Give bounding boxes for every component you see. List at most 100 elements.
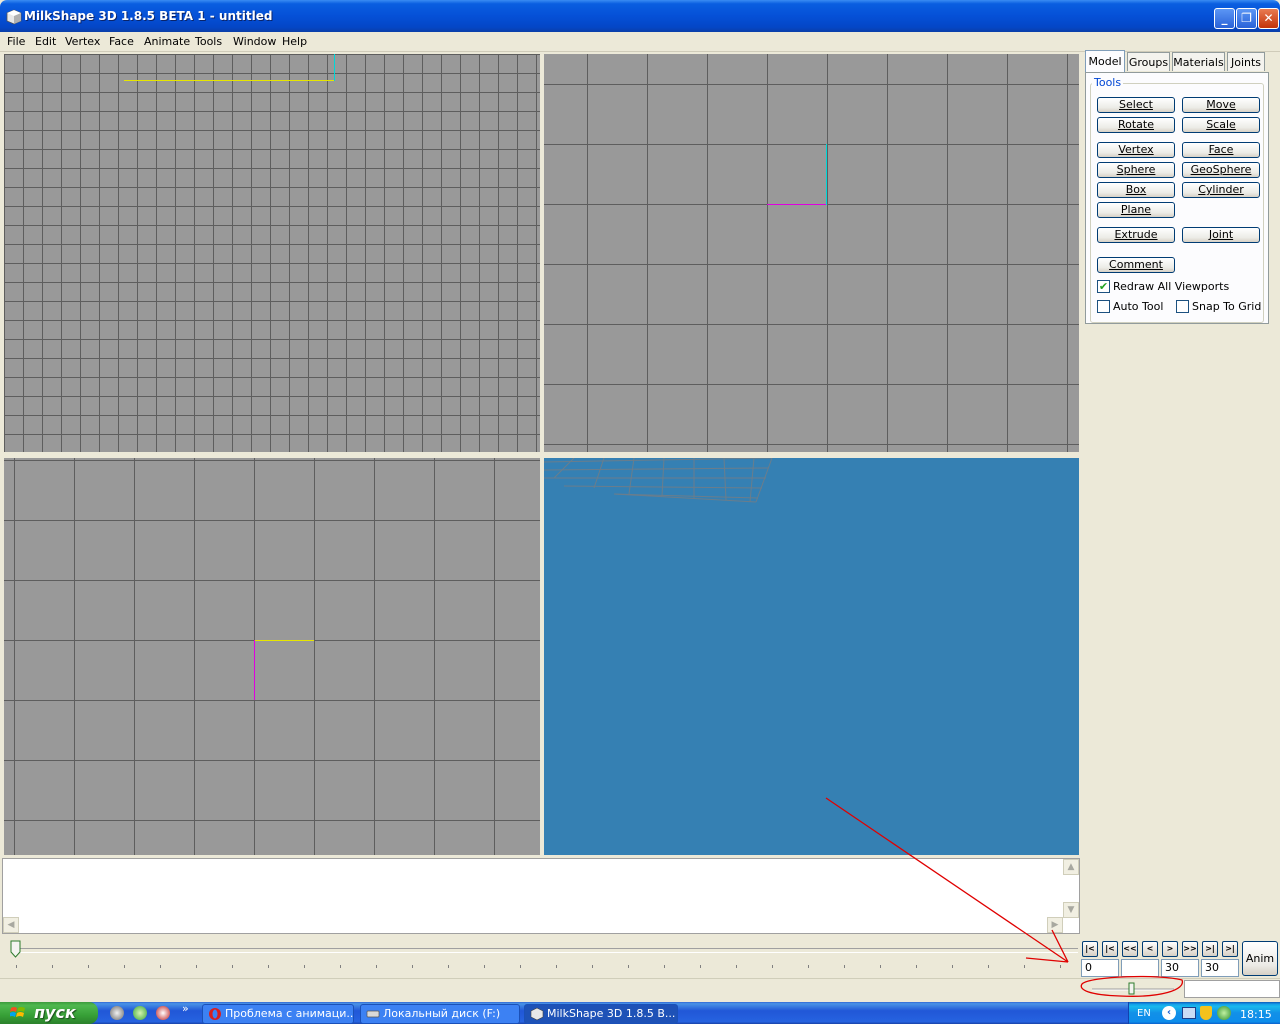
language-indicator[interactable]: EN	[1137, 1008, 1151, 1019]
next-key-button[interactable]: >|	[1202, 941, 1218, 957]
menu-help[interactable]: Help	[282, 35, 307, 48]
prev-key-button[interactable]: |<	[1102, 941, 1118, 957]
network-icon[interactable]	[1182, 1007, 1196, 1019]
redraw-all-viewports-checkbox[interactable]: ✔	[1097, 280, 1110, 293]
timeline-tick	[952, 965, 953, 968]
box-button[interactable]: Box	[1097, 182, 1175, 198]
task-milkshape-window[interactable]: MilkShape 3D 1.8.5 B...	[524, 1004, 678, 1024]
scroll-down-arrow[interactable]: ▼	[1063, 902, 1079, 918]
timeline-tick	[664, 965, 665, 968]
status-field	[1184, 980, 1280, 998]
task-explorer-window[interactable]: Локальный диск (F:)	[360, 1004, 520, 1024]
task-label: Локальный диск (F:)	[383, 1007, 501, 1020]
windows-flag-icon	[10, 1007, 25, 1017]
viewport-bottom-left[interactable]	[4, 458, 540, 855]
vertex-button[interactable]: Vertex	[1097, 142, 1175, 158]
rotate-button[interactable]: Rotate	[1097, 117, 1175, 133]
quicklaunch-browser-icon[interactable]	[110, 1006, 124, 1020]
timeline-tick	[808, 965, 809, 968]
menu-face[interactable]: Face	[109, 35, 134, 48]
timeline-tick	[916, 965, 917, 968]
menu-vertex[interactable]: Vertex	[65, 35, 100, 48]
timeline-tick	[628, 965, 629, 968]
minimize-button[interactable]: _	[1214, 8, 1235, 29]
sphere-button[interactable]: Sphere	[1097, 162, 1175, 178]
select-button[interactable]: Select	[1097, 97, 1175, 113]
timeline-tick	[520, 965, 521, 968]
timeline-tick	[124, 965, 125, 968]
z-axis-line	[334, 54, 335, 81]
anim-button[interactable]: Anim	[1242, 941, 1278, 976]
timeline-area	[0, 936, 1078, 976]
next-frame-button[interactable]: >	[1162, 941, 1178, 957]
timeline-slider-track[interactable]	[14, 948, 1078, 953]
frame-field-blank[interactable]	[1121, 959, 1159, 977]
timeline-tick	[232, 965, 233, 968]
scale-button[interactable]: Scale	[1182, 117, 1260, 133]
timeline-tick	[160, 965, 161, 968]
tools-legend: Tools	[1092, 76, 1124, 89]
timeline-slider-thumb[interactable]	[10, 940, 21, 958]
close-button[interactable]: ✕	[1258, 8, 1279, 29]
tab-materials[interactable]: Materials	[1172, 52, 1225, 71]
shield-icon[interactable]	[1200, 1006, 1212, 1020]
move-button[interactable]: Move	[1182, 97, 1260, 113]
timeline-tick	[448, 965, 449, 968]
cylinder-button[interactable]: Cylinder	[1182, 182, 1260, 198]
prev-frame-button[interactable]: <	[1142, 941, 1158, 957]
scroll-up-arrow[interactable]: ▲	[1063, 859, 1079, 875]
y-axis-line	[826, 144, 827, 205]
current-frame-field[interactable]: 0	[1081, 959, 1119, 977]
timeline-tick	[376, 965, 377, 968]
quicklaunch-icq-icon[interactable]	[133, 1006, 147, 1020]
redraw-all-viewports-label: Redraw All Viewports	[1113, 280, 1230, 293]
milkshape-app-icon[interactable]	[6, 9, 22, 25]
quicklaunch-overflow[interactable]: »	[182, 1002, 189, 1015]
timeline-tick	[772, 965, 773, 968]
timeline-tick	[412, 965, 413, 968]
message-output-area[interactable]: ▲ ▼ ◀ ▶	[2, 858, 1080, 934]
fast-forward-button[interactable]: >>	[1182, 941, 1198, 957]
menu-animate[interactable]: Animate	[144, 35, 190, 48]
rewind-button[interactable]: <<	[1122, 941, 1138, 957]
extrude-button[interactable]: Extrude	[1097, 227, 1175, 243]
snap-to-grid-label: Snap To Grid	[1192, 300, 1262, 313]
timeline-tick	[592, 965, 593, 968]
viewport-top-left[interactable]	[4, 54, 540, 452]
antivirus-icon[interactable]	[1217, 1006, 1231, 1020]
task-label: Проблема с анимаци...	[225, 1007, 354, 1020]
task-label: MilkShape 3D 1.8.5 B...	[547, 1007, 676, 1020]
auto-tool-label: Auto Tool	[1113, 300, 1164, 313]
menu-tools[interactable]: Tools	[195, 35, 222, 48]
tab-groups[interactable]: Groups	[1127, 52, 1170, 71]
scroll-left-arrow[interactable]: ◀	[3, 917, 19, 933]
face-button[interactable]: Face	[1182, 142, 1260, 158]
menu-bar: File Edit Vertex Face Animate Tools Wind…	[0, 32, 1280, 52]
plane-button[interactable]: Plane	[1097, 202, 1175, 218]
timeline-tick	[304, 965, 305, 968]
first-frame-button[interactable]: |<	[1082, 941, 1098, 957]
comment-button[interactable]: Comment	[1097, 257, 1175, 273]
viewport-3d[interactable]	[544, 458, 1079, 855]
tray-expand-icon[interactable]: ‹	[1162, 1006, 1176, 1020]
timeline-tick	[196, 965, 197, 968]
snap-to-grid-checkbox[interactable]	[1176, 300, 1189, 313]
last-frame-button[interactable]: >|	[1222, 941, 1238, 957]
task-opera-window[interactable]: Проблема с анимаци...	[202, 1004, 354, 1024]
maximize-button[interactable]: ❐	[1236, 8, 1257, 29]
scroll-right-arrow[interactable]: ▶	[1047, 917, 1063, 933]
joint-button[interactable]: Joint	[1182, 227, 1260, 243]
frame-count-field[interactable]: 30	[1161, 959, 1199, 977]
menu-file[interactable]: File	[7, 35, 25, 48]
menu-window[interactable]: Window	[233, 35, 276, 48]
quicklaunch-app-icon[interactable]	[156, 1006, 170, 1020]
tab-model[interactable]: Model	[1085, 50, 1125, 72]
viewport-top-right[interactable]	[544, 54, 1079, 452]
menu-edit[interactable]: Edit	[35, 35, 56, 48]
auto-tool-checkbox[interactable]	[1097, 300, 1110, 313]
tab-joints[interactable]: Joints	[1227, 52, 1265, 71]
playback-speed-slider[interactable]	[1084, 980, 1182, 998]
geosphere-button[interactable]: GeoSphere	[1182, 162, 1260, 178]
timeline-tick	[88, 965, 89, 968]
total-frames-field[interactable]: 30	[1201, 959, 1239, 977]
